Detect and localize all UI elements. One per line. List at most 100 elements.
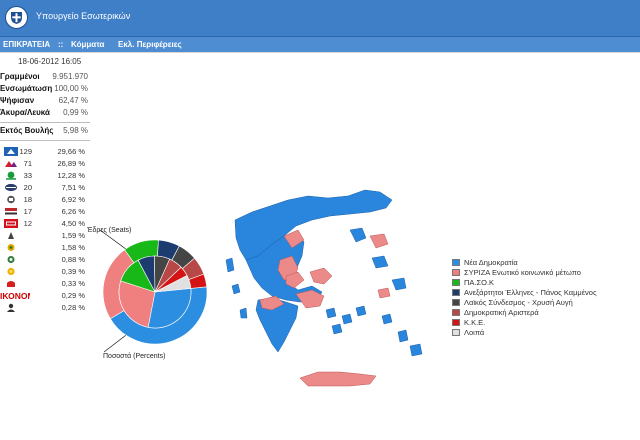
- party11-logo: [4, 267, 18, 276]
- party-row[interactable]: 129 29,66 %: [0, 146, 110, 158]
- nav-link-parties[interactable]: Κόμματα: [71, 40, 104, 49]
- nav-link-epikrateia[interactable]: ΕΠΙΚΡΑΤΕΙΑ: [3, 40, 50, 49]
- divider: [0, 140, 90, 141]
- xa-logo: [4, 195, 18, 204]
- legend-label: Νέα Δημοκρατία: [464, 258, 518, 267]
- divider: [0, 122, 90, 123]
- party-seats: 12: [23, 219, 32, 228]
- pie-seats-label: Έδρες (Seats): [87, 227, 132, 234]
- legend-item: Ανεξάρτητοι Έλληνες - Πάνος Καμμένος: [452, 288, 640, 298]
- party-percent: 12,28 %: [57, 171, 85, 180]
- party-row[interactable]: 20 7,51 %: [0, 182, 110, 194]
- stat-value: 100,00 %: [54, 84, 88, 93]
- party-row[interactable]: 18 6,92 %: [0, 194, 110, 206]
- map-region-samos[interactable]: [377, 287, 391, 299]
- map-region-syriza-euboea[interactable]: [309, 267, 333, 285]
- greece-map-svg: [225, 189, 423, 387]
- legend-swatch: [452, 329, 460, 336]
- legend-item: Λοιπά: [452, 328, 640, 338]
- stat-label: Εκτός Βουλής: [0, 126, 54, 135]
- party-seats: 33: [23, 171, 32, 180]
- party-seats: 71: [23, 159, 32, 168]
- legend-item: Λαϊκός Σύνδεσμος - Χρυσή Αυγή: [452, 298, 640, 308]
- nd-logo: [4, 147, 18, 156]
- party9-logo: [4, 243, 18, 252]
- stat-label: Ενσωμάτωση: [0, 84, 53, 93]
- legend-swatch: [452, 319, 460, 326]
- party-percent: 0,88 %: [61, 255, 85, 264]
- party-row[interactable]: 33 12,28 %: [0, 170, 110, 182]
- legend-item: Κ.Κ.Ε.: [452, 318, 640, 328]
- stat-outside-parliament: Εκτός Βουλής 5,98 %: [0, 126, 118, 138]
- syriza-logo: [4, 159, 18, 168]
- header-bar: Υπουργείο Εσωτερικών: [0, 0, 640, 37]
- stat-value: 0,99 %: [63, 108, 88, 117]
- anel-logo: [4, 183, 18, 192]
- party8-logo: [4, 231, 18, 240]
- legend-label: Κ.Κ.Ε.: [464, 318, 486, 327]
- pie-percent-label: Ποσοστά (Percents): [103, 353, 166, 360]
- stat-value: 5,98 %: [63, 126, 88, 135]
- legend-label: ΠΑ.ΣΟ.Κ: [464, 278, 495, 287]
- party-row[interactable]: 17 6,26 %: [0, 206, 110, 218]
- party-seats: 20: [23, 183, 32, 192]
- party-percent: 7,51 %: [61, 183, 85, 192]
- header-title: Υπουργείο Εσωτερικών: [36, 11, 131, 21]
- party14-logo: [4, 303, 18, 312]
- legend-label: ΣΥΡΙΖΑ Ενωτικό κοινωνικό μέτωπο: [464, 268, 581, 277]
- party-percent: 29,66 %: [57, 147, 85, 156]
- legend-swatch: [452, 269, 460, 276]
- party-seats: 129: [19, 147, 32, 156]
- party-percent: 0,29 %: [61, 291, 85, 300]
- timestamp: 18-06-2012 16:05: [18, 57, 82, 66]
- legend-label: Λοιπά: [464, 328, 485, 337]
- party-percent: 6,92 %: [61, 195, 85, 204]
- party-percent: 26,89 %: [57, 159, 85, 168]
- stat-registered: Γραμμένοι 9.951.970: [0, 72, 118, 84]
- stat-label: Ψήφισαν: [0, 96, 35, 105]
- greece-results-map[interactable]: [200, 160, 440, 400]
- map-region-crete[interactable]: [299, 371, 377, 387]
- map-region-cyclades[interactable]: [325, 305, 367, 335]
- party-seats: 18: [23, 195, 32, 204]
- nav-bar: ΕΠΙΚΡΑΤΕΙΑ :: Κόμματα Εκλ. Περιφέρειες: [0, 37, 640, 53]
- party-percent: 4,50 %: [61, 219, 85, 228]
- legend-item: ΠΑ.ΣΟ.Κ: [452, 278, 640, 288]
- stat-voted: Ψήφισαν 62,47 %: [0, 96, 118, 108]
- party10-logo: [4, 255, 18, 264]
- dimar-logo: [4, 207, 18, 216]
- map-region-dodecanese[interactable]: [381, 313, 423, 357]
- legend-item: ΣΥΡΙΖΑ Ενωτικό κοινωνικό μέτωπο: [452, 268, 640, 278]
- map-legend: Νέα Δημοκρατία ΣΥΡΙΖΑ Ενωτικό κοινωνικό …: [452, 258, 640, 338]
- map-region-ionian-islands[interactable]: [225, 257, 248, 319]
- stat-label: Άκυρα/Λευκά: [0, 108, 50, 117]
- party-percent: 6,26 %: [61, 207, 85, 216]
- party-percent: 1,59 %: [61, 231, 85, 240]
- greek-coat-of-arms-logo[interactable]: [5, 6, 28, 29]
- stat-value: 62,47 %: [58, 96, 88, 105]
- legend-label: Ανεξάρτητοι Έλληνες - Πάνος Καμμένος: [464, 288, 597, 297]
- stat-value: 9.951.970: [52, 72, 88, 81]
- nav-link-regions[interactable]: Εκλ. Περιφέρειες: [118, 40, 182, 49]
- party-row[interactable]: 71 26,89 %: [0, 158, 110, 170]
- legend-swatch: [452, 299, 460, 306]
- stat-invalid-blank: Άκυρα/Λευκά 0,99 %: [0, 108, 118, 120]
- kke-logo: [4, 219, 18, 228]
- legend-item: Νέα Δημοκρατία: [452, 258, 640, 268]
- party-percent: 1,58 %: [61, 243, 85, 252]
- pasok-logo: [4, 171, 18, 180]
- stat-label: Γραμμένοι: [0, 72, 40, 81]
- map-region-mainland-north[interactable]: [234, 189, 393, 261]
- party-percent: 0,33 %: [61, 279, 85, 288]
- party-percent: 0,39 %: [61, 267, 85, 276]
- party13-logo-text: ΙΚΟΝΟΜΙΑ: [0, 291, 30, 300]
- party-seats: 17: [23, 207, 32, 216]
- stat-integration: Ενσωμάτωση 100,00 %: [0, 84, 118, 96]
- legend-swatch: [452, 279, 460, 286]
- legend-swatch: [452, 289, 460, 296]
- party13-logo: ΙΚΟΝΟΜΙΑ: [0, 291, 30, 300]
- party-percent: 0,28 %: [61, 303, 85, 312]
- legend-swatch: [452, 259, 460, 266]
- legend-label: Λαϊκός Σύνδεσμος - Χρυσή Αυγή: [464, 298, 573, 307]
- map-region-lesvos[interactable]: [369, 233, 389, 249]
